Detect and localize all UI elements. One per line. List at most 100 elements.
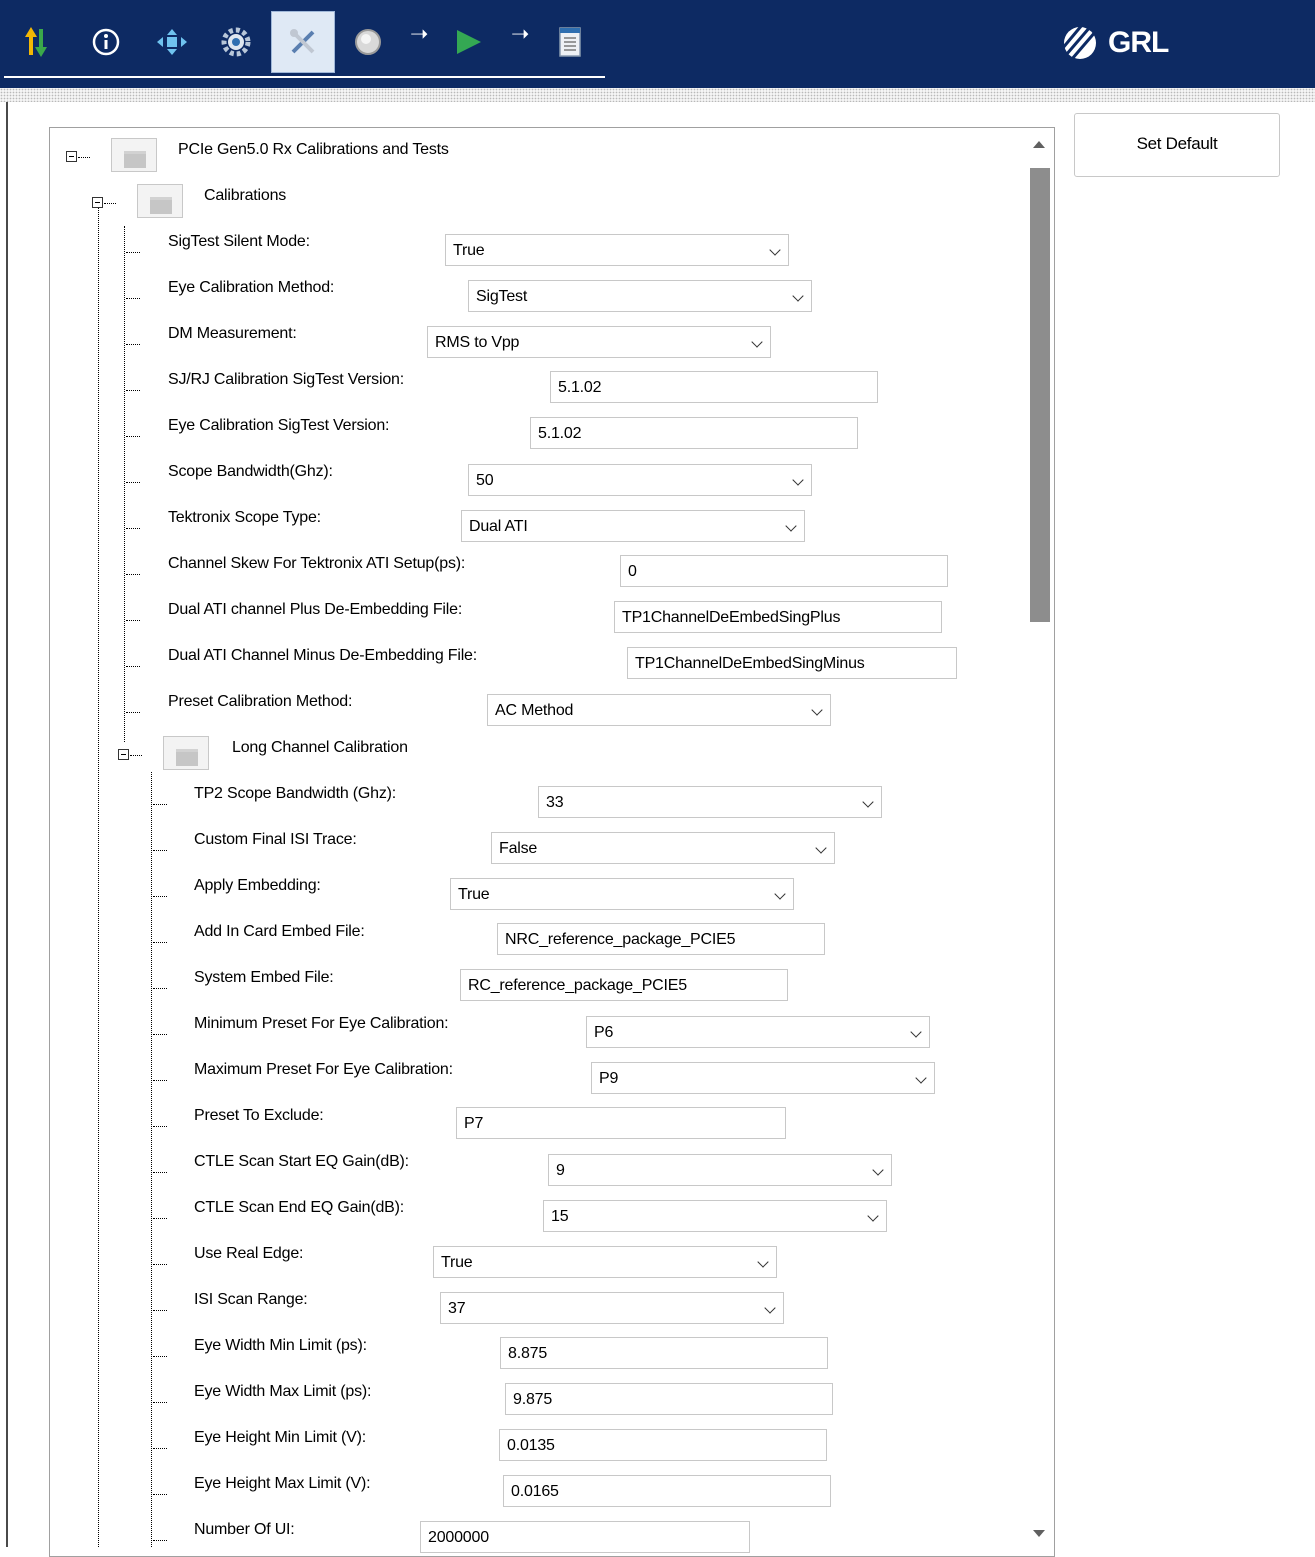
property-label: Eye Height Min Limit (V): bbox=[194, 1429, 366, 1446]
property-dropdown[interactable]: False bbox=[491, 832, 835, 864]
report-icon[interactable] bbox=[548, 14, 592, 70]
tree-connector bbox=[126, 666, 140, 667]
property-label: Custom Final ISI Trace: bbox=[194, 831, 357, 848]
chevron-down-icon[interactable] bbox=[815, 842, 827, 854]
scrollbar-thumb[interactable] bbox=[1030, 168, 1050, 622]
tree-connector bbox=[153, 988, 167, 989]
property-label: SJ/RJ Calibration SigTest Version: bbox=[168, 371, 404, 388]
connection-icon[interactable] bbox=[150, 14, 194, 70]
play-icon[interactable] bbox=[446, 14, 490, 70]
property-input[interactable]: TP1ChannelDeEmbedSingMinus bbox=[627, 647, 957, 679]
tree-connector bbox=[153, 1402, 167, 1403]
tree-connector bbox=[153, 1264, 167, 1265]
tools-icon[interactable] bbox=[271, 11, 335, 73]
property-dropdown[interactable]: AC Method bbox=[487, 694, 831, 726]
grl-logo-mark bbox=[1062, 25, 1098, 60]
property-dropdown[interactable]: 9 bbox=[548, 1154, 892, 1186]
property-label: ISI Scan Range: bbox=[194, 1291, 308, 1308]
property-dropdown[interactable]: Dual ATI bbox=[461, 510, 805, 542]
property-input[interactable]: 0.0165 bbox=[503, 1475, 831, 1507]
property-input[interactable]: 8.875 bbox=[500, 1337, 828, 1369]
property-input[interactable]: 5.1.02 bbox=[550, 371, 878, 403]
property-dropdown[interactable]: P9 bbox=[591, 1062, 935, 1094]
property-dropdown[interactable]: True bbox=[450, 878, 794, 910]
tree-connector bbox=[153, 1356, 167, 1357]
tree-calibrations-label: Calibrations bbox=[204, 187, 287, 204]
chevron-down-icon[interactable] bbox=[757, 1256, 769, 1268]
tree-connector bbox=[126, 390, 140, 391]
chevron-down-icon[interactable] bbox=[862, 796, 874, 808]
tree-connector bbox=[153, 804, 167, 805]
property-dropdown[interactable]: P6 bbox=[586, 1016, 930, 1048]
root-folder-icon bbox=[111, 138, 157, 172]
property-label: Channel Skew For Tektronix ATI Setup(ps)… bbox=[168, 555, 466, 572]
chevron-down-icon[interactable] bbox=[867, 1210, 879, 1222]
property-label: Dual ATI Channel Minus De-Embedding File… bbox=[168, 647, 477, 664]
collapse-long-channel-toggle[interactable] bbox=[118, 749, 129, 760]
chevron-down-icon[interactable] bbox=[792, 290, 804, 302]
tree-connector bbox=[153, 1126, 167, 1127]
property-input[interactable]: 9.875 bbox=[505, 1383, 833, 1415]
property-input[interactable]: 0 bbox=[620, 555, 948, 587]
grl-logo: GRL bbox=[1062, 18, 1169, 68]
collapse-root-toggle[interactable] bbox=[66, 151, 77, 162]
gear-icon[interactable] bbox=[214, 14, 258, 70]
property-dropdown[interactable]: True bbox=[445, 234, 789, 266]
power-icon[interactable] bbox=[346, 14, 390, 70]
scroll-up-arrow-icon[interactable] bbox=[1033, 141, 1045, 148]
chevron-down-icon[interactable] bbox=[751, 336, 763, 348]
property-label: CTLE Scan End EQ Gain(dB): bbox=[194, 1199, 405, 1216]
chevron-down-icon[interactable] bbox=[792, 474, 804, 486]
long-channel-folder-icon bbox=[163, 736, 209, 770]
property-label: Tektronix Scope Type: bbox=[168, 509, 321, 526]
property-label: Apply Embedding: bbox=[194, 877, 321, 894]
tree-connector bbox=[153, 1448, 167, 1449]
set-default-button[interactable]: Set Default bbox=[1074, 113, 1280, 177]
property-dropdown[interactable]: 33 bbox=[538, 786, 882, 818]
chevron-down-icon[interactable] bbox=[811, 704, 823, 716]
calibrations-folder-icon bbox=[137, 184, 183, 218]
property-input[interactable]: 5.1.02 bbox=[530, 417, 858, 449]
tree-connector bbox=[153, 1172, 167, 1173]
chevron-down-icon[interactable] bbox=[764, 1302, 776, 1314]
property-label: CTLE Scan Start EQ Gain(dB): bbox=[194, 1153, 409, 1170]
property-input[interactable]: 2000000 bbox=[420, 1521, 750, 1553]
property-label: Preset Calibration Method: bbox=[168, 693, 353, 710]
chevron-down-icon[interactable] bbox=[872, 1164, 884, 1176]
tree-connector bbox=[104, 203, 116, 204]
tree-connector bbox=[126, 528, 140, 529]
property-label: SigTest Silent Mode: bbox=[168, 233, 310, 250]
info-icon[interactable] bbox=[84, 14, 128, 70]
property-input[interactable]: TP1ChannelDeEmbedSingPlus bbox=[614, 601, 942, 633]
property-dropdown[interactable]: 15 bbox=[543, 1200, 887, 1232]
property-dropdown[interactable]: SigTest bbox=[468, 280, 812, 312]
chevron-down-icon[interactable] bbox=[915, 1072, 927, 1084]
tree-connector bbox=[126, 298, 140, 299]
chevron-down-icon[interactable] bbox=[785, 520, 797, 532]
tree-connector bbox=[153, 942, 167, 943]
property-label: Eye Calibration SigTest Version: bbox=[168, 417, 390, 434]
chevron-down-icon[interactable] bbox=[910, 1026, 922, 1038]
collapse-calibrations-toggle[interactable] bbox=[92, 197, 103, 208]
property-input[interactable]: P7 bbox=[456, 1107, 786, 1139]
property-input[interactable]: 0.0135 bbox=[499, 1429, 827, 1461]
tree-connector bbox=[126, 712, 140, 713]
arrow-right-icon: ➝ bbox=[511, 22, 530, 47]
property-dropdown[interactable]: 37 bbox=[440, 1292, 784, 1324]
scroll-down-arrow-icon[interactable] bbox=[1033, 1530, 1045, 1537]
tree-connector bbox=[126, 252, 140, 253]
property-input[interactable]: NRC_reference_package_PCIE5 bbox=[497, 923, 825, 955]
toolbar-underline bbox=[4, 76, 605, 78]
property-dropdown[interactable]: True bbox=[433, 1246, 777, 1278]
toolbar-separator bbox=[0, 88, 1315, 102]
tree-connector bbox=[151, 772, 152, 1547]
property-input[interactable]: RC_reference_package_PCIE5 bbox=[460, 969, 788, 1001]
property-dropdown[interactable]: RMS to Vpp bbox=[427, 326, 771, 358]
tree-connector bbox=[78, 157, 90, 158]
property-dropdown[interactable]: 50 bbox=[468, 464, 812, 496]
chevron-down-icon[interactable] bbox=[774, 888, 786, 900]
sync-arrows-icon[interactable] bbox=[14, 14, 58, 70]
property-label: Eye Height Max Limit (V): bbox=[194, 1475, 371, 1492]
chevron-down-icon[interactable] bbox=[769, 244, 781, 256]
main-toolbar: ➝ ➝ GRL bbox=[0, 0, 1315, 88]
